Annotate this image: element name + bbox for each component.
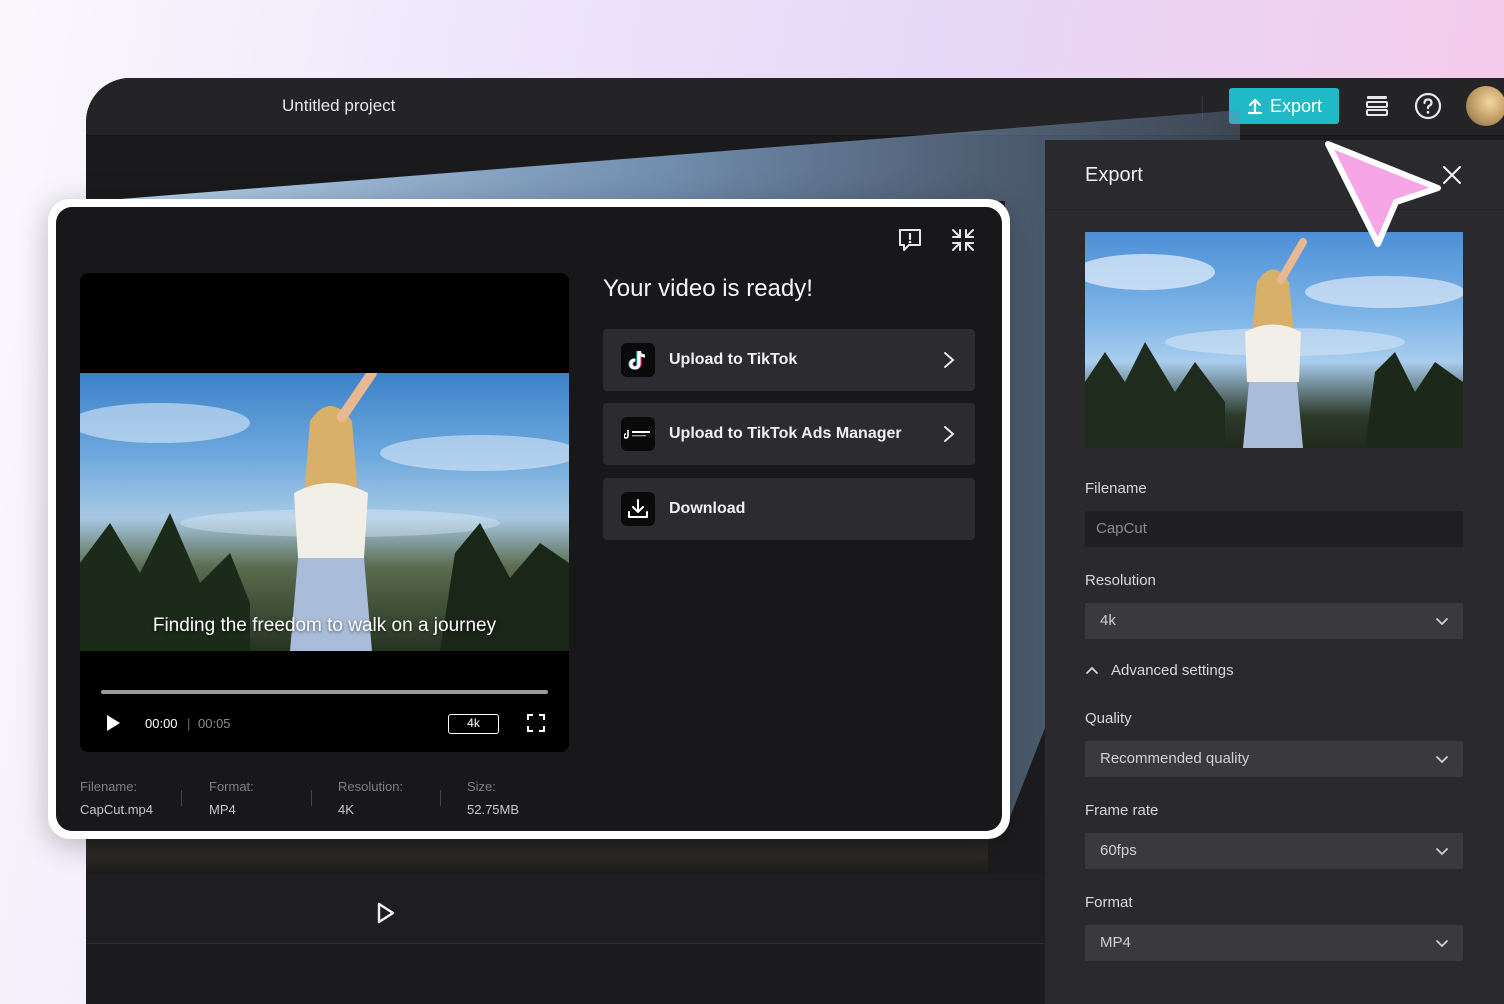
framerate-select[interactable]: 60fps [1085, 833, 1463, 869]
video-image [80, 373, 569, 651]
upload-icon [1247, 98, 1263, 115]
advanced-settings-label: Advanced settings [1111, 662, 1234, 679]
filename-input[interactable]: CapCut [1085, 511, 1463, 547]
upload-to-tiktok-button[interactable]: Upload to TikTok [603, 329, 975, 391]
canvas-image-strip [86, 838, 988, 874]
project-title[interactable]: Untitled project [282, 96, 395, 116]
upload-to-tiktok-ads-manager-label: Upload to TikTok Ads Manager [669, 425, 902, 442]
pointer-cursor-icon [1325, 141, 1441, 247]
progress-bar[interactable] [101, 690, 548, 694]
export-preview-thumbnail [1085, 232, 1463, 448]
quality-select-value: Recommended quality [1100, 750, 1250, 767]
chevron-right-icon [944, 426, 955, 442]
feedback-icon[interactable] [897, 227, 923, 253]
filename-label: Filename [1085, 480, 1147, 497]
top-bar: Untitled project Export [86, 78, 1504, 136]
download-icon [621, 492, 655, 526]
format-select-value: MP4 [1100, 934, 1131, 951]
meta-resolution: Resolution: 4K [338, 779, 403, 817]
collapse-icon[interactable] [950, 227, 976, 253]
upload-to-tiktok-ads-manager-button[interactable]: Upload to TikTok Ads Manager [603, 403, 975, 465]
chevron-down-icon [1436, 848, 1448, 856]
tiktok-business-icon [621, 417, 655, 451]
play-icon[interactable] [104, 714, 122, 732]
quality-select[interactable]: Recommended quality [1085, 741, 1463, 777]
chevron-up-icon [1086, 666, 1098, 674]
time-separator: | [187, 716, 191, 731]
chevron-down-icon [1436, 940, 1448, 948]
playback-bar [86, 874, 1044, 944]
meta-format-label: Format: [209, 779, 254, 794]
meta-size: Size: 52.75MB [467, 779, 519, 817]
meta-resolution-label: Resolution: [338, 779, 404, 794]
meta-divider [311, 790, 312, 806]
video-caption: Finding the freedom to walk on a journey [152, 615, 497, 636]
duration-time: 00:05 [198, 716, 231, 731]
meta-format: Format: MP4 [209, 779, 254, 817]
current-time: 00:00 [145, 716, 178, 731]
avatar[interactable] [1466, 86, 1504, 126]
video-ready-title: Your video is ready! [603, 275, 813, 302]
advanced-settings-toggle[interactable]: Advanced settings [1085, 662, 1234, 679]
help-icon[interactable] [1414, 92, 1442, 120]
chevron-down-icon [1436, 618, 1448, 626]
resolution-label: Resolution [1085, 572, 1156, 589]
video-frame: Finding the freedom to walk on a journey [80, 373, 569, 651]
export-panel-title: Export [1085, 164, 1143, 186]
chevron-right-icon [944, 352, 955, 368]
video-ready-dialog: Finding the freedom to walk on a journey… [56, 207, 1002, 831]
export-button[interactable]: Export [1229, 88, 1339, 124]
meta-size-value: 52.75MB [467, 802, 520, 817]
meta-filename-label: Filename: [80, 779, 138, 794]
meta-resolution-value: 4K [338, 802, 354, 817]
resolution-select-value: 4k [1100, 612, 1116, 629]
export-panel: Export Filename CapCut Resolution 4k Adv… [1045, 140, 1504, 1004]
preview-image [1085, 238, 1463, 448]
tiktok-icon [621, 343, 655, 377]
layers-icon[interactable] [1364, 92, 1390, 118]
download-button[interactable]: Download [603, 478, 975, 540]
format-select[interactable]: MP4 [1085, 925, 1463, 961]
export-button-label: Export [1269, 95, 1323, 116]
quality-label: Quality [1085, 710, 1132, 727]
download-label: Download [669, 500, 746, 517]
framerate-label: Frame rate [1085, 802, 1159, 819]
meta-divider [181, 790, 182, 806]
play-icon[interactable] [376, 902, 396, 924]
fullscreen-icon[interactable] [527, 714, 545, 732]
meta-size-label: Size: [467, 779, 496, 794]
video-player[interactable]: Finding the freedom to walk on a journey… [80, 273, 569, 752]
meta-format-value: MP4 [209, 802, 236, 817]
framerate-select-value: 60fps [1100, 842, 1137, 859]
meta-filename: Filename: CapCut.mp4 [80, 779, 153, 817]
divider [1202, 96, 1203, 118]
resolution-badge[interactable]: 4k [448, 714, 499, 734]
chevron-down-icon [1436, 756, 1448, 764]
resolution-select[interactable]: 4k [1085, 603, 1463, 639]
format-label: Format [1085, 894, 1133, 911]
meta-filename-value: CapCut.mp4 [80, 802, 153, 817]
meta-divider [440, 790, 441, 806]
upload-to-tiktok-label: Upload to TikTok [669, 351, 798, 368]
